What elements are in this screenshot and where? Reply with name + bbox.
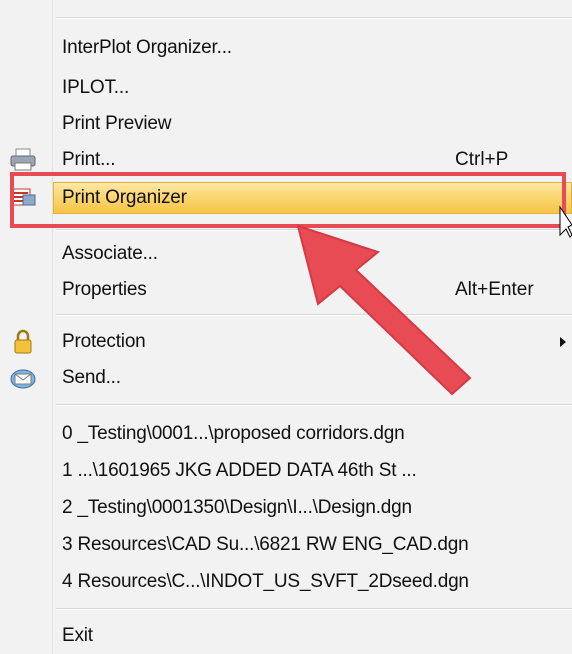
annotation-arrow — [296, 224, 472, 396]
mouse-cursor-icon — [559, 205, 572, 238]
file-context-menu: InterPlot Organizer... IPLOT... Print Pr… — [0, 0, 572, 654]
menu-item-label: Print Organizer — [62, 187, 187, 208]
